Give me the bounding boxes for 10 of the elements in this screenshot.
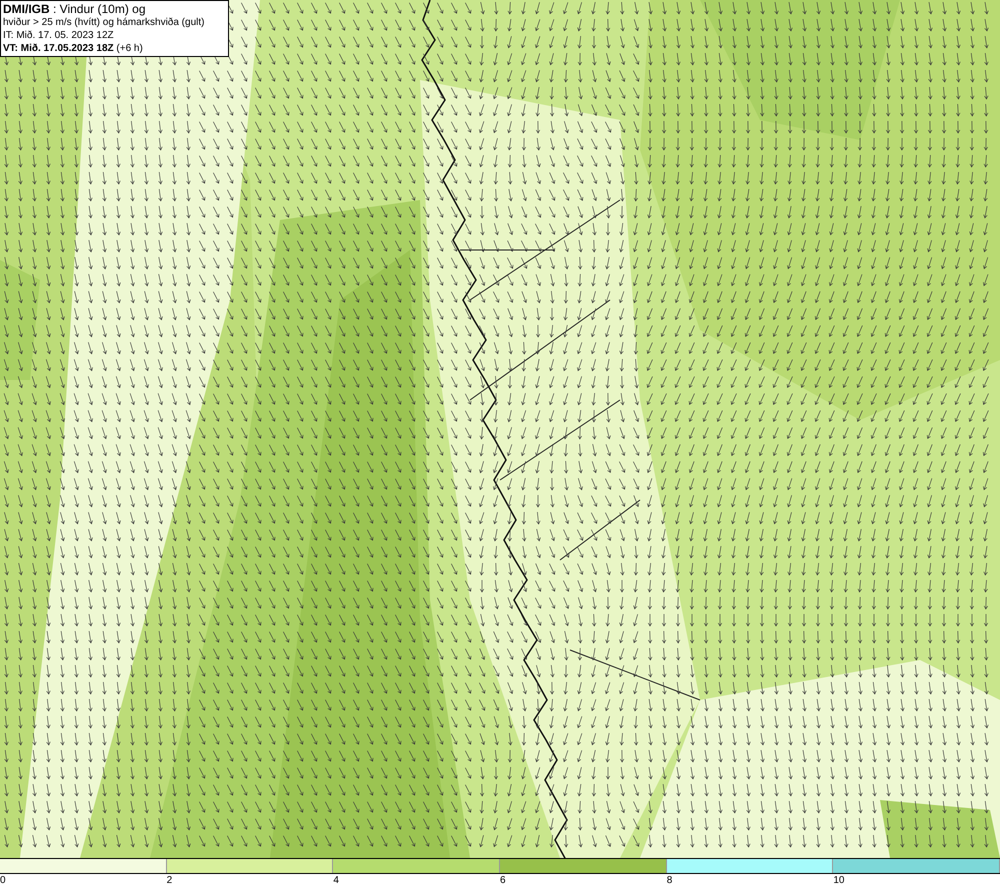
legend-label: 2 (166, 874, 172, 887)
info-line: VT: Mið. 17.05.2023 18Z (+6 h) (3, 42, 144, 55)
info-line: hviður > 25 m/s (hvítt) og hámarkshviða (gult) (3, 16, 206, 29)
legend-label: 6 (500, 874, 506, 887)
legend-label: 10 (833, 874, 844, 887)
legend-label: 4 (333, 874, 339, 887)
info-line: IT: Mið. 17. 05. 2023 12Z (3, 29, 115, 42)
legend-label: 0 (0, 874, 6, 887)
legend-label: 8 (666, 874, 672, 887)
info-line: DMI/IGB : Vindur (10m) og (3, 2, 146, 16)
